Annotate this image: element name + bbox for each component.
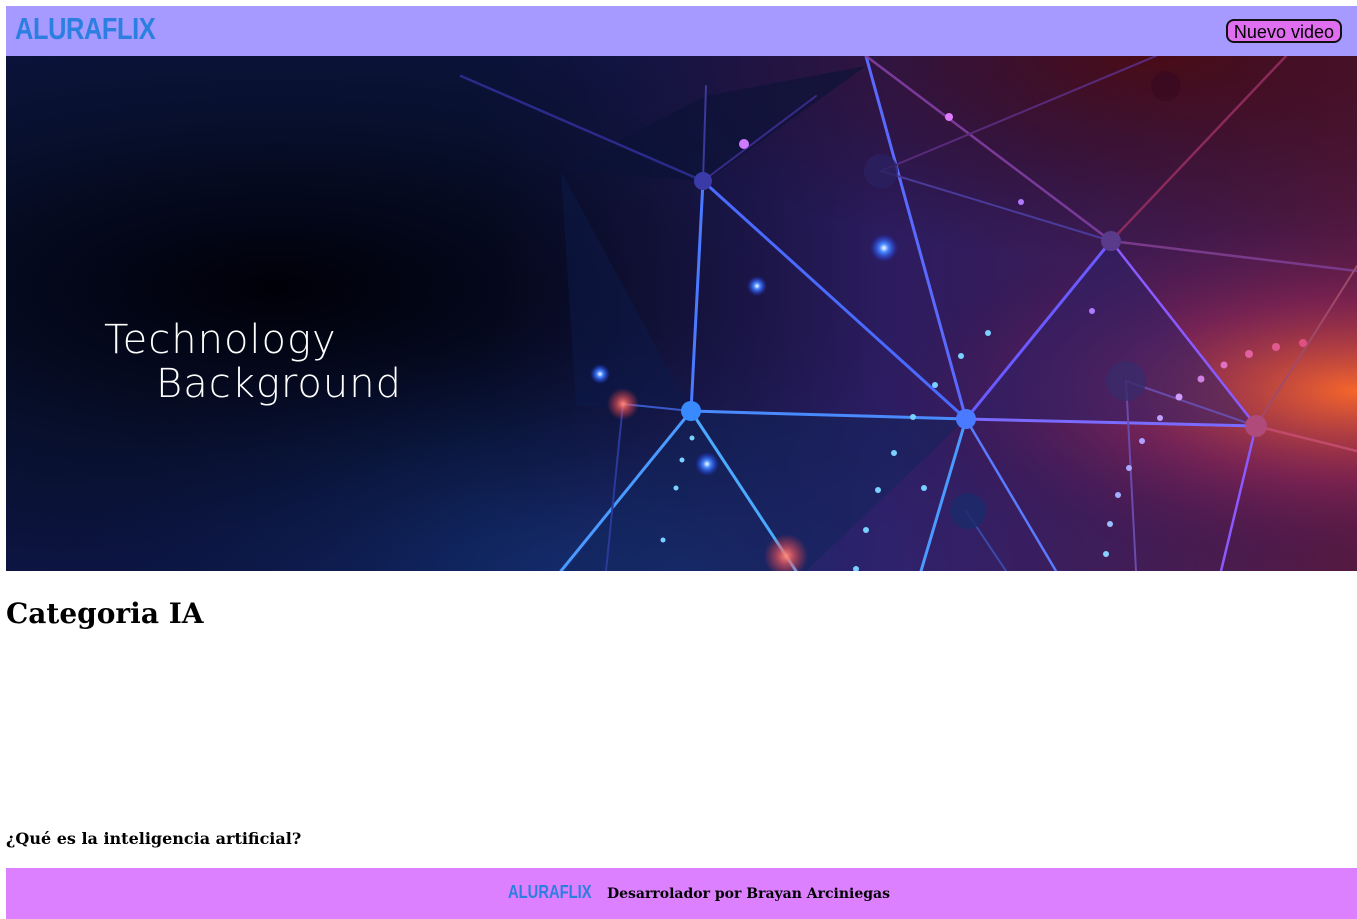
banner-image: Technology Background — [6, 56, 1357, 571]
video-title[interactable]: ¿Qué es la inteligencia artificial? — [6, 828, 301, 850]
banner-title-line2: Background — [156, 361, 402, 407]
footer-logo[interactable]: ALURAFLIX — [508, 882, 592, 902]
category-title: Categoria IA — [6, 597, 204, 630]
new-video-button[interactable]: Nuevo video — [1225, 19, 1342, 43]
banner-title: Technology Background — [104, 318, 402, 406]
page: ALURAFLIX Nuevo video Technology Backgro… — [6, 6, 1357, 919]
header: ALURAFLIX Nuevo video — [6, 6, 1357, 56]
banner-title-line1: Technology — [104, 317, 337, 363]
footer: ALURAFLIX Desarrolador por Brayan Arcini… — [6, 868, 1357, 919]
banner-network-graphic — [6, 56, 1357, 571]
logo[interactable]: ALURAFLIX — [15, 12, 156, 46]
footer-credit: Desarrolador por Brayan Arciniegas — [607, 886, 891, 902]
